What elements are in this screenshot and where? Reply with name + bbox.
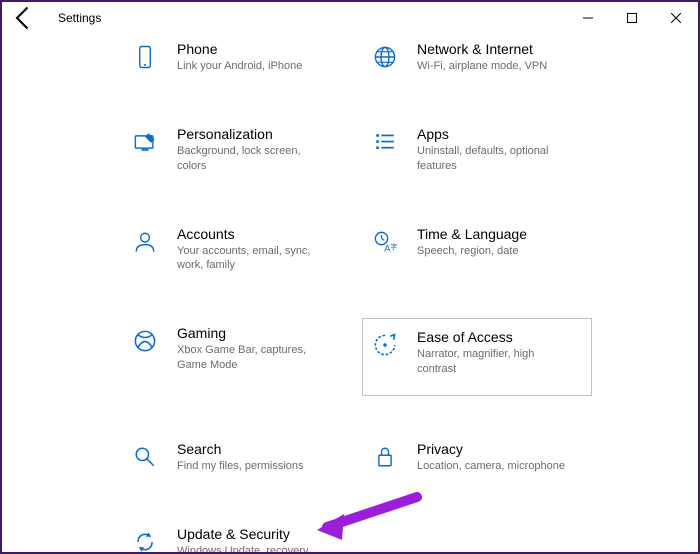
window-title: Settings	[58, 11, 101, 25]
tile-phone[interactable]: Phone Link your Android, iPhone	[122, 34, 352, 81]
apps-list-icon	[369, 126, 401, 158]
tile-desc: Wi-Fi, airplane mode, VPN	[417, 59, 547, 74]
tile-desc: Windows Update, recovery, backup	[177, 544, 327, 554]
tile-title: Network & Internet	[417, 41, 547, 57]
tile-desc: Background, lock screen, colors	[177, 144, 327, 174]
tile-title: Phone	[177, 41, 302, 57]
ease-of-access-icon	[369, 329, 401, 361]
arrow-left-icon	[10, 4, 38, 32]
tile-accounts[interactable]: Accounts Your accounts, email, sync, wor…	[122, 219, 352, 281]
phone-icon	[129, 41, 161, 73]
tile-title: Privacy	[417, 441, 565, 457]
tile-desc: Location, camera, microphone	[417, 459, 565, 474]
tile-update-security[interactable]: Update & Security Windows Update, recove…	[122, 519, 352, 554]
search-icon	[129, 441, 161, 473]
titlebar: Settings	[2, 2, 698, 34]
tile-gaming[interactable]: Gaming Xbox Game Bar, captures, Game Mod…	[122, 318, 352, 396]
tile-title: Apps	[417, 126, 567, 142]
time-language-icon: A字	[369, 226, 401, 258]
tile-title: Update & Security	[177, 526, 327, 542]
tile-title: Accounts	[177, 226, 327, 242]
lock-icon	[369, 441, 401, 473]
back-button[interactable]	[10, 4, 38, 32]
tile-desc: Link your Android, iPhone	[177, 59, 302, 74]
settings-content: Phone Link your Android, iPhone Network …	[2, 34, 698, 554]
xbox-icon	[129, 325, 161, 357]
minimize-button[interactable]	[566, 2, 610, 34]
tile-desc: Find my files, permissions	[177, 459, 304, 474]
tile-title: Ease of Access	[417, 329, 567, 345]
tile-desc: Speech, region, date	[417, 244, 527, 259]
tile-time-language[interactable]: A字 Time & Language Speech, region, date	[362, 219, 592, 281]
window-controls	[566, 2, 698, 34]
tile-privacy[interactable]: Privacy Location, camera, microphone	[362, 434, 592, 481]
person-icon	[129, 226, 161, 258]
tile-personalization[interactable]: Personalization Background, lock screen,…	[122, 119, 352, 181]
tile-desc: Xbox Game Bar, captures, Game Mode	[177, 343, 327, 373]
tile-title: Personalization	[177, 126, 327, 142]
maximize-icon	[627, 13, 637, 23]
settings-grid: Phone Link your Android, iPhone Network …	[122, 34, 658, 554]
tile-search[interactable]: Search Find my files, permissions	[122, 434, 352, 481]
tile-network[interactable]: Network & Internet Wi-Fi, airplane mode,…	[362, 34, 592, 81]
tile-title: Time & Language	[417, 226, 527, 242]
minimize-icon	[583, 13, 593, 23]
tile-apps[interactable]: Apps Uninstall, defaults, optional featu…	[362, 119, 592, 181]
tile-desc: Narrator, magnifier, high contrast	[417, 347, 567, 377]
maximize-button[interactable]	[610, 2, 654, 34]
tile-desc: Uninstall, defaults, optional features	[417, 144, 567, 174]
svg-text:字: 字	[390, 242, 397, 251]
tile-desc: Your accounts, email, sync, work, family	[177, 244, 327, 274]
tile-title: Search	[177, 441, 304, 457]
globe-icon	[369, 41, 401, 73]
settings-window: Settings Phone Link your Android, iPhone	[0, 0, 700, 554]
close-icon	[671, 13, 681, 23]
tile-ease-of-access[interactable]: Ease of Access Narrator, magnifier, high…	[362, 318, 592, 396]
sync-icon	[129, 526, 161, 554]
close-button[interactable]	[654, 2, 698, 34]
paintbrush-icon	[129, 126, 161, 158]
tile-title: Gaming	[177, 325, 327, 341]
